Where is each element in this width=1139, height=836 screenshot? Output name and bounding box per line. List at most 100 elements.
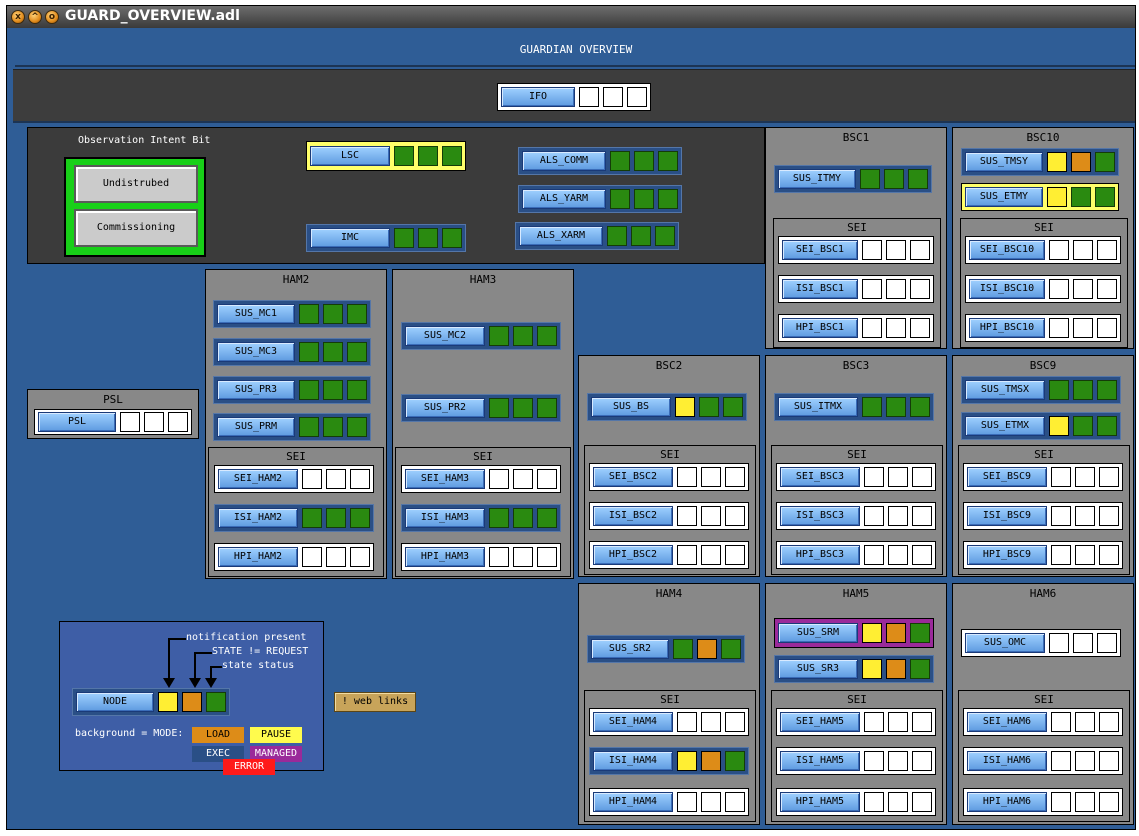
legend-status-label: state status [222,660,295,671]
sus-mc2-button[interactable]: SUS_MC2 [405,326,485,346]
status-indicator-white [677,792,697,812]
sei-bsc10-button[interactable]: SEI_BSC10 [969,240,1045,260]
hpi-ham3-button[interactable]: HPI_HAM3 [405,547,485,567]
status-indicator-white [1049,240,1069,260]
sus-mc3-button[interactable]: SUS_MC3 [217,342,295,362]
sei-box: SEI SEI_BSC2 ISI_BSC2 HPI_BSC2 [584,445,756,575]
isi-ham5-button[interactable]: ISI_HAM5 [780,751,860,771]
sei-ham2-button[interactable]: SEI_HAM2 [218,469,298,489]
isi-bsc1-button[interactable]: ISI_BSC1 [782,279,858,299]
status-indicator-green [323,304,343,324]
sus-prm-button[interactable]: SUS_PRM [217,417,295,437]
minimize-icon[interactable]: ^ [28,10,42,24]
chamber-title: HAM6 [1029,587,1057,600]
ifo-button[interactable]: IFO [501,87,575,107]
sus-etmx-button[interactable]: SUS_ETMX [965,416,1045,436]
status-indicator-white [888,545,908,565]
sus-sr2-button[interactable]: SUS_SR2 [591,639,669,659]
sus-itmx-button[interactable]: SUS_ITMX [778,397,858,417]
hpi-bsc2-button[interactable]: HPI_BSC2 [593,545,673,565]
imc-button[interactable]: IMC [310,228,390,248]
status-indicator-green [537,398,557,418]
sus-sr3-button[interactable]: SUS_SR3 [778,659,858,679]
status-indicator-green [326,508,346,528]
node-sus-bs: SUS_BS [587,393,747,421]
node-hpi-ham5: HPI_HAM5 [776,788,936,816]
sus-tmsy-button[interactable]: SUS_TMSY [965,152,1043,172]
node-sus-pr3: SUS_PR3 [213,376,371,404]
als-comm-button[interactable]: ALS_COMM [522,151,606,171]
status-indicator-white [910,240,930,260]
chamber-ham6: HAM6 SUS_OMC SEI SEI_HAM6 ISI_HAM6 HPI_H… [952,583,1134,825]
node-als-xarm: ALS_XARM [515,222,679,250]
isi-ham6-button[interactable]: ISI_HAM6 [967,751,1047,771]
sus-itmy-button[interactable]: SUS_ITMY [778,169,856,189]
sus-srm-button[interactable]: SUS_SRM [778,623,858,643]
status-indicator-green [537,326,557,346]
sus-tmsx-button[interactable]: SUS_TMSX [965,380,1045,400]
hpi-bsc3-button[interactable]: HPI_BSC3 [780,545,860,565]
isi-ham3-button[interactable]: ISI_HAM3 [405,508,485,528]
web-links-button[interactable]: ! web links [334,692,416,712]
sus-bs-button[interactable]: SUS_BS [591,397,671,417]
status-indicator-white [912,545,932,565]
node-sus-mc1: SUS_MC1 [213,300,371,328]
sus-mc1-button[interactable]: SUS_MC1 [217,304,295,324]
sei-bsc9-button[interactable]: SEI_BSC9 [967,467,1047,487]
sus-etmy-button[interactable]: SUS_ETMY [965,187,1043,207]
request-indicator [603,87,623,107]
hpi-ham2-button[interactable]: HPI_HAM2 [218,547,298,567]
status-indicator-white [168,412,188,432]
lsc-button[interactable]: LSC [310,146,390,166]
sei-ham3-button[interactable]: SEI_HAM3 [405,469,485,489]
commissioning-button[interactable]: Commissioning [74,209,198,247]
sei-bsc1-button[interactable]: SEI_BSC1 [782,240,858,260]
oib-frame: Undistrubed Commissioning [64,157,206,257]
isi-ham2-button[interactable]: ISI_HAM2 [218,508,298,528]
undisturbed-button[interactable]: Undistrubed [74,165,198,203]
status-indicator-white [864,792,884,812]
hpi-ham6-button[interactable]: HPI_HAM6 [967,792,1047,812]
chamber-title: HAM2 [282,273,310,286]
sei-ham5-button[interactable]: SEI_HAM5 [780,712,860,732]
isi-bsc2-button[interactable]: ISI_BSC2 [593,506,673,526]
sus-omc-button[interactable]: SUS_OMC [965,633,1045,653]
status-indicator-white [677,545,697,565]
als-xarm-button[interactable]: ALS_XARM [519,226,603,246]
hpi-ham5-button[interactable]: HPI_HAM5 [780,792,860,812]
sus-pr3-button[interactable]: SUS_PR3 [217,380,295,400]
hpi-bsc10-button[interactable]: HPI_BSC10 [969,318,1045,338]
maximize-icon[interactable]: o [45,10,59,24]
status-indicator-white [326,547,346,567]
status-indicator-green [489,326,509,346]
hpi-bsc9-button[interactable]: HPI_BSC9 [967,545,1047,565]
status-indicator-green [347,342,367,362]
psl-button[interactable]: PSL [38,412,116,432]
status-indicator-white [910,279,930,299]
sei-ham6-button[interactable]: SEI_HAM6 [967,712,1047,732]
sei-bsc2-button[interactable]: SEI_BSC2 [593,467,673,487]
isi-ham4-button[interactable]: ISI_HAM4 [593,751,673,771]
node-sus-etmx: SUS_ETMX [961,412,1121,440]
isi-bsc9-button[interactable]: ISI_BSC9 [967,506,1047,526]
sei-bsc3-button[interactable]: SEI_BSC3 [780,467,860,487]
sus-pr2-button[interactable]: SUS_PR2 [405,398,485,418]
node-isi-bsc2: ISI_BSC2 [589,502,749,530]
status-indicator-white [677,467,697,487]
sei-ham4-button[interactable]: SEI_HAM4 [593,712,673,732]
hpi-bsc1-button[interactable]: HPI_BSC1 [782,318,858,338]
status-indicator-green [658,151,678,171]
isi-bsc10-button[interactable]: ISI_BSC10 [969,279,1045,299]
close-icon[interactable]: x [11,10,25,24]
isi-bsc3-button[interactable]: ISI_BSC3 [780,506,860,526]
node-sei-ham6: SEI_HAM6 [963,708,1123,736]
status-indicator-white [677,506,697,526]
status-indicator-green [323,342,343,362]
sei-title: SEI [847,448,867,461]
legend-notification-label: notification present [186,632,307,643]
status-indicator-white [120,412,140,432]
status-indicator-white [912,467,932,487]
als-yarm-button[interactable]: ALS_YARM [522,189,606,209]
hpi-ham4-button[interactable]: HPI_HAM4 [593,792,673,812]
status-indicator-white [144,412,164,432]
